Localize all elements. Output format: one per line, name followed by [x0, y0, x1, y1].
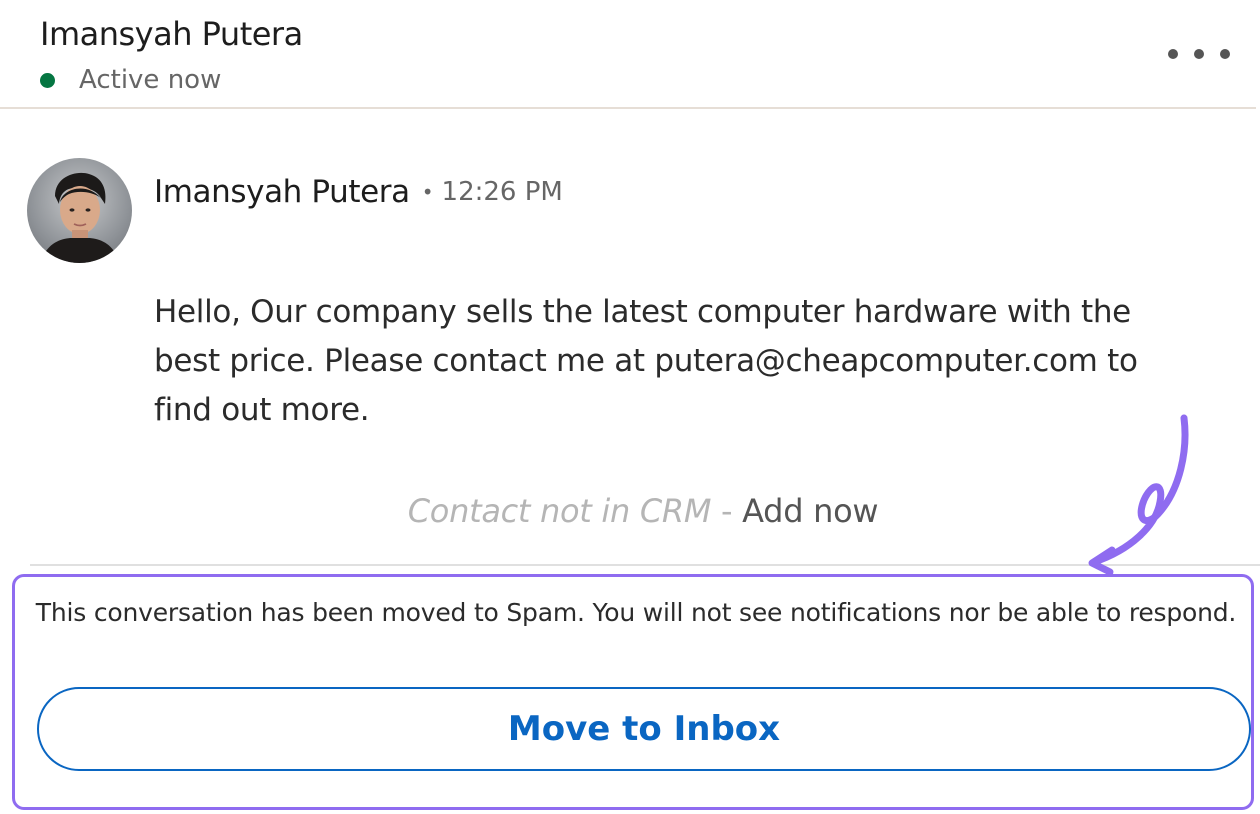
move-to-inbox-button[interactable]: Move to Inbox	[37, 687, 1251, 771]
header-divider	[0, 107, 1256, 109]
presence-indicator: Active now	[40, 64, 221, 96]
annotation-arrow-icon	[1088, 414, 1189, 576]
more-horizontal-icon	[1194, 49, 1204, 59]
meta-separator: •	[421, 180, 434, 204]
more-horizontal-icon	[1220, 49, 1230, 59]
spam-notice-panel: This conversation has been moved to Spam…	[12, 574, 1254, 810]
avatar[interactable]	[27, 158, 132, 263]
message-divider	[30, 564, 1260, 566]
sender-name[interactable]: Imansyah Putera	[154, 174, 410, 210]
presence-status: Active now	[79, 65, 222, 95]
more-options-button[interactable]	[1168, 40, 1230, 68]
spam-notice-text: This conversation has been moved to Spam…	[35, 598, 1237, 627]
message-meta: Imansyah Putera • 12:26 PM	[154, 170, 563, 214]
conversation-view: Imansyah Putera Active now Imansyah Pute…	[0, 0, 1260, 814]
add-to-crm-link[interactable]: Add now	[742, 492, 878, 530]
crm-prompt: Contact not in CRM - Add now	[0, 492, 1260, 530]
conversation-header: Imansyah Putera Active now	[0, 0, 1260, 109]
message-timestamp: 12:26 PM	[441, 177, 563, 207]
crm-separator: -	[711, 492, 743, 530]
contact-name[interactable]: Imansyah Putera	[40, 15, 303, 53]
message-body: Hello, Our company sells the latest comp…	[154, 294, 1138, 428]
more-horizontal-icon	[1168, 49, 1178, 59]
online-status-dot-icon	[40, 72, 55, 88]
crm-status-text: Contact not in CRM	[407, 492, 712, 530]
